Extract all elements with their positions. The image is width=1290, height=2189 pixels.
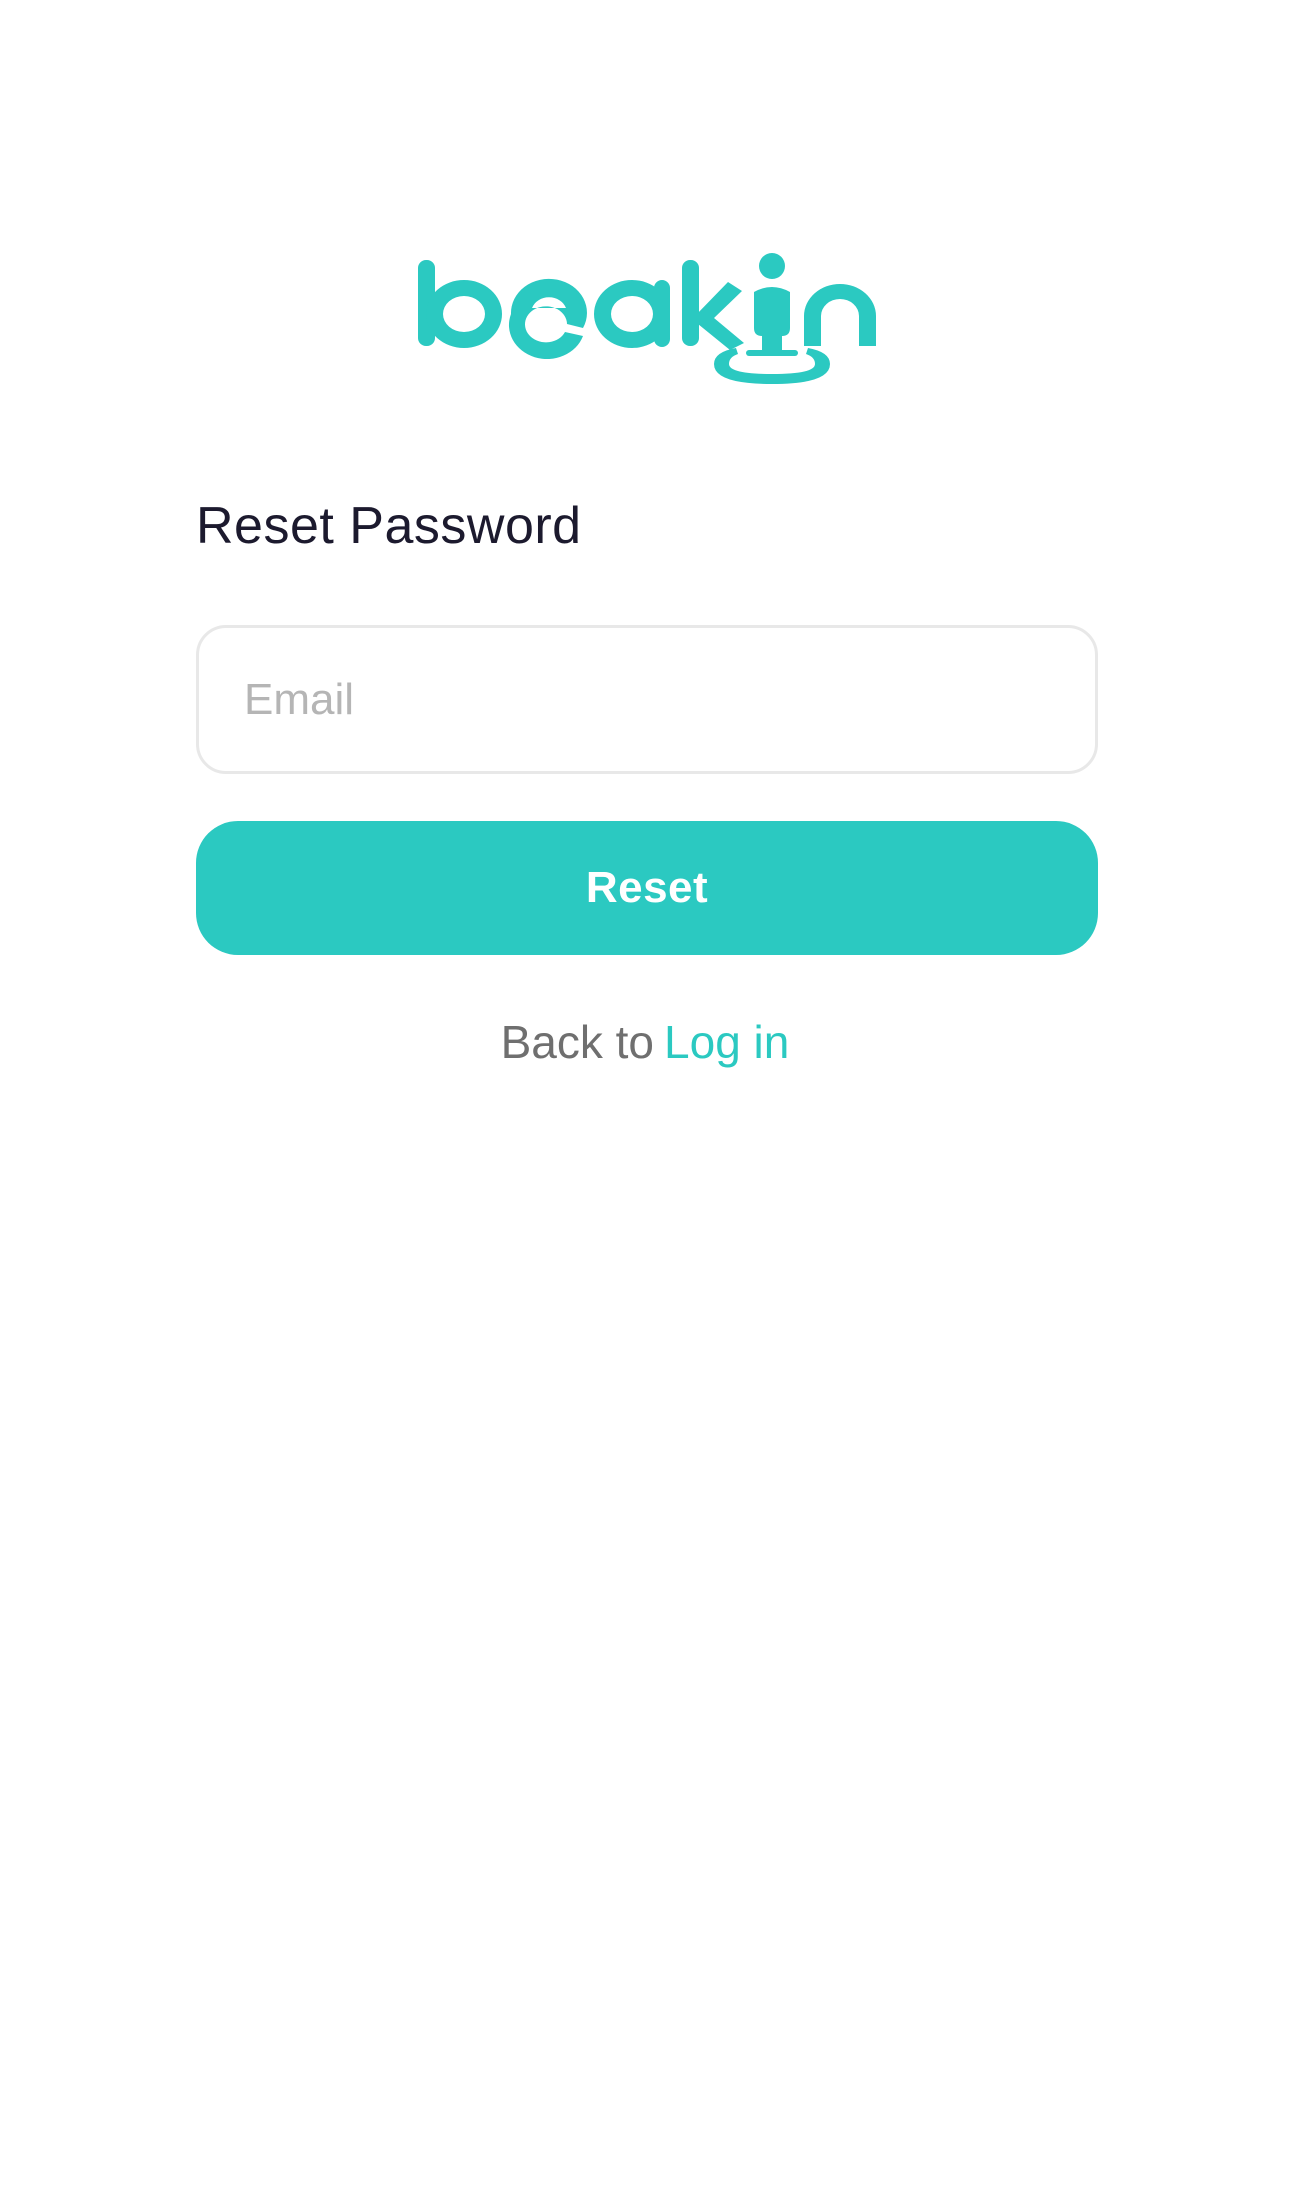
- back-to-login-row: Back to Log in: [0, 1010, 1290, 1074]
- beakin-logo-icon: [418, 253, 876, 384]
- email-field[interactable]: [196, 625, 1098, 774]
- page-title: Reset Password: [196, 497, 582, 555]
- back-to-text: Back to: [500, 1016, 655, 1068]
- login-link[interactable]: Log in: [664, 1016, 789, 1068]
- beakin-logo: [414, 246, 878, 386]
- reset-button[interactable]: Reset: [196, 821, 1098, 955]
